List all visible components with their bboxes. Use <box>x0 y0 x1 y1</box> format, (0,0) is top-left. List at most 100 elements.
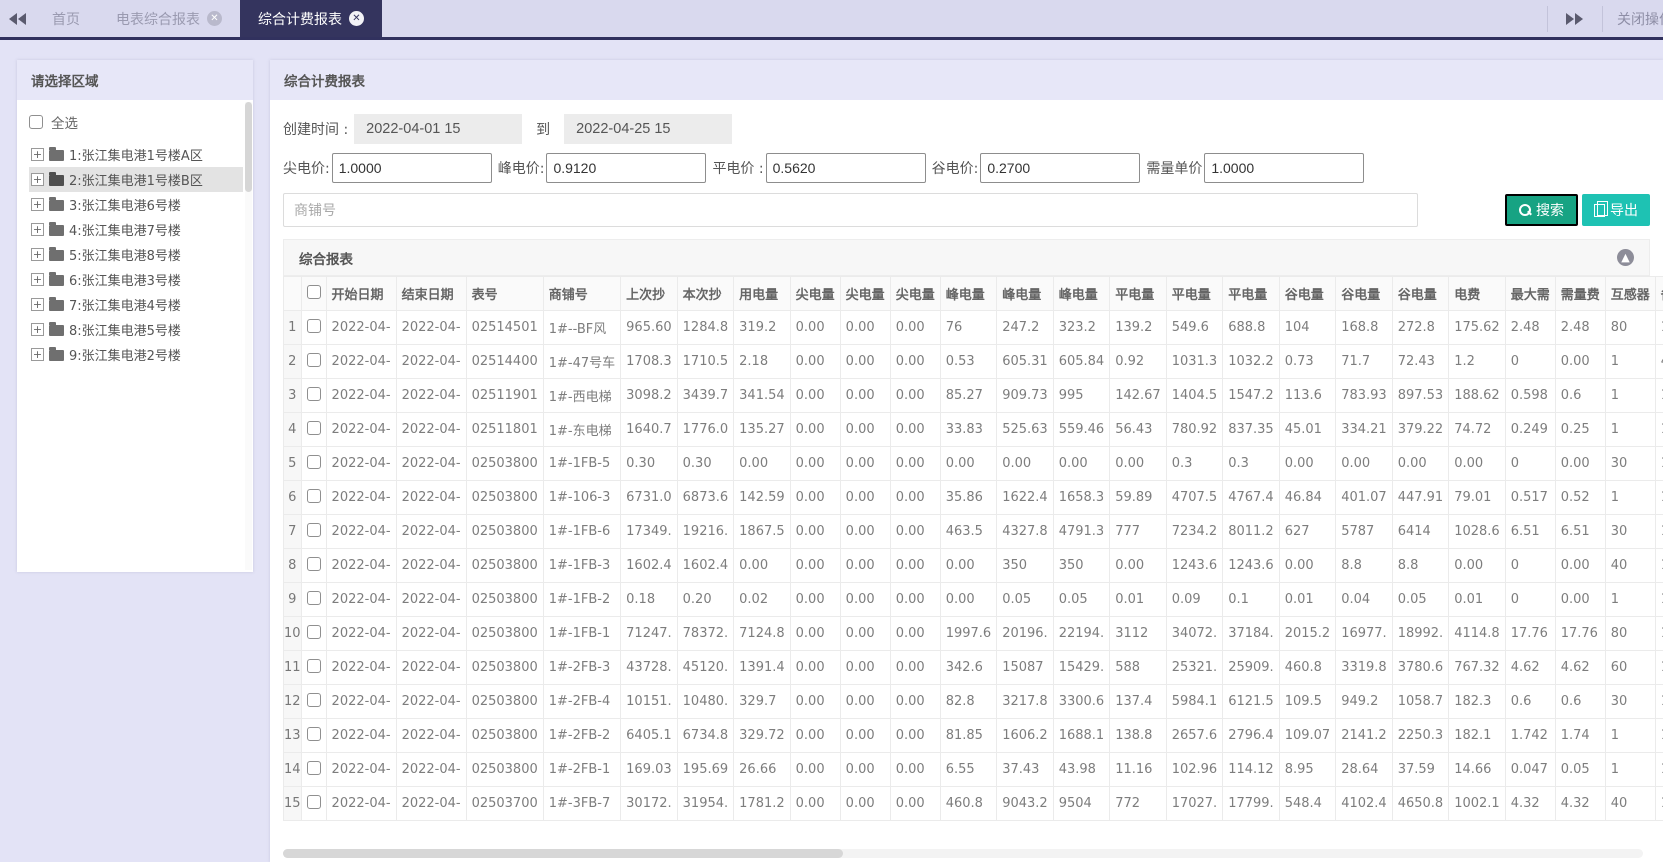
table-cell: 175.62 <box>1448 310 1506 345</box>
table-cell: 02503800 <box>465 582 544 617</box>
tab-电表综合报表[interactable]: 电表综合报表 ✕ <box>98 0 240 37</box>
row-number: 7 <box>283 514 302 549</box>
table-cell: 548.4 <box>1278 786 1337 821</box>
shop-number-input[interactable] <box>283 193 1418 227</box>
row-checkbox-cell <box>300 412 327 447</box>
table-cell: 2022-04- <box>325 616 397 651</box>
header-cell: 用电量 <box>733 276 791 311</box>
close-operations-button[interactable]: 关闭操作 <box>1603 9 1663 29</box>
expand-icon[interactable]: + <box>31 298 44 311</box>
tree-item[interactable]: +4:张江集电港7号楼 <box>29 217 243 242</box>
scroll-tabs-right-button[interactable] <box>1548 12 1602 25</box>
folder-icon <box>49 222 64 236</box>
row-checkbox[interactable] <box>306 420 321 435</box>
tree-item[interactable]: +9:张江集电港2号楼 <box>29 342 243 367</box>
table-cell: 4.62 <box>1554 650 1606 685</box>
row-checkbox[interactable] <box>306 794 321 809</box>
table-cell: 0 <box>1504 446 1556 481</box>
row-checkbox[interactable] <box>306 760 321 775</box>
row-checkbox[interactable] <box>306 454 321 469</box>
tree-item[interactable]: +7:张江集电港4号楼 <box>29 292 243 317</box>
table-cell: 341.54 <box>733 378 791 413</box>
select-all-row[interactable]: 全选 <box>29 112 243 132</box>
sidebar-scrollbar[interactable] <box>245 102 252 570</box>
collapse-up-icon[interactable]: ▲ <box>1617 249 1634 266</box>
tab-bar: 首页 电表综合报表 ✕ 综合计费报表 ✕ 关闭操作 <box>0 0 1663 40</box>
date-to-input[interactable] <box>564 114 733 144</box>
tree-item[interactable]: +6:张江集电港3号楼 <box>29 267 243 292</box>
table-cell: 0.00 <box>839 310 891 345</box>
table-cell: 0.05 <box>1052 582 1111 617</box>
price-input[interactable] <box>331 153 492 183</box>
tree-item[interactable]: +3:张江集电港6号楼 <box>29 192 243 217</box>
table-cell: 7234.2 <box>1165 514 1224 549</box>
table-cell: 1#-2FB-4 <box>542 684 622 719</box>
close-tab-icon[interactable]: ✕ <box>207 11 222 26</box>
table-cell: 142.67 <box>1109 378 1167 413</box>
table-cell: 30 <box>1604 446 1656 481</box>
close-tab-icon[interactable]: ✕ <box>349 11 364 26</box>
table-row: 6 2022-04- 2022-04- 02503800 1#-106-3 6731.0 6… <box>283 480 1663 515</box>
tree-item-label: 4:张江集电港7号楼 <box>69 224 181 239</box>
sidebar-scrollbar-thumb[interactable] <box>245 102 252 192</box>
tree-item[interactable]: +8:张江集电港5号楼 <box>29 317 243 342</box>
table-cell: 02514400 <box>465 344 544 379</box>
scroll-tabs-left-button[interactable] <box>0 0 34 37</box>
tree-item[interactable]: +2:张江集电港1号楼B区 <box>29 167 243 192</box>
horizontal-scrollbar[interactable] <box>283 849 1643 858</box>
row-number: 8 <box>283 548 302 583</box>
row-checkbox[interactable] <box>306 590 321 605</box>
export-button[interactable]: 导出 <box>1582 194 1650 226</box>
expand-icon[interactable]: + <box>31 223 44 236</box>
row-checkbox[interactable] <box>306 624 321 639</box>
table-cell: 0.00 <box>889 684 941 719</box>
search-button[interactable]: 搜索 <box>1505 194 1578 226</box>
table-cell: 43.98 <box>1052 752 1111 787</box>
price-input[interactable] <box>765 153 926 183</box>
row-checkbox[interactable] <box>306 556 321 571</box>
expand-icon[interactable]: + <box>31 273 44 286</box>
price-input[interactable] <box>980 153 1141 183</box>
folder-icon <box>49 272 64 286</box>
expand-icon[interactable]: + <box>31 173 44 186</box>
row-checkbox[interactable] <box>306 726 321 741</box>
horizontal-scrollbar-thumb[interactable] <box>283 849 843 858</box>
expand-icon[interactable]: + <box>31 148 44 161</box>
row-number: 4 <box>283 412 302 447</box>
tab-综合计费报表[interactable]: 综合计费报表 ✕ <box>240 0 382 37</box>
select-all-rows-checkbox[interactable] <box>306 284 321 299</box>
row-checkbox[interactable] <box>306 692 321 707</box>
table-cell: 1 <box>1604 480 1656 515</box>
row-checkbox[interactable] <box>306 352 321 367</box>
row-checkbox[interactable] <box>306 658 321 673</box>
row-checkbox[interactable] <box>306 318 321 333</box>
table-cell: 2022-04- <box>395 786 467 821</box>
table-cell: 1#-47号车 <box>542 344 622 379</box>
table-cell: 0.00 <box>789 378 841 413</box>
table-cell: 0.00 <box>889 446 941 481</box>
expand-icon[interactable]: + <box>31 348 44 361</box>
table-cell: 1590301 <box>1654 446 1663 481</box>
table-cell: 02503800 <box>465 616 544 651</box>
select-all-checkbox[interactable] <box>29 115 43 129</box>
row-checkbox[interactable] <box>306 386 321 401</box>
row-checkbox-cell <box>300 514 327 549</box>
row-checkbox[interactable] <box>306 522 321 537</box>
table-cell: 0.00 <box>789 344 841 379</box>
expand-icon[interactable]: + <box>31 248 44 261</box>
expand-icon[interactable]: + <box>31 198 44 211</box>
tab-首页[interactable]: 首页 <box>34 0 98 37</box>
tree-item[interactable]: +1:张江集电港1号楼A区 <box>29 142 243 167</box>
table-cell: 0.00 <box>789 514 841 549</box>
date-from-input[interactable] <box>354 114 523 144</box>
table-cell: 20196. <box>996 616 1054 651</box>
table-row: 13 2022-04- 2022-04- 02503800 1#-2FB-2 6405.1… <box>283 718 1663 753</box>
table-cell: 1590127 <box>1654 480 1663 515</box>
table-cell: 0.3 <box>1222 446 1280 481</box>
price-input[interactable] <box>1204 153 1365 183</box>
tree-item[interactable]: +5:张江集电港8号楼 <box>29 242 243 267</box>
header-rownum-cell <box>283 276 302 311</box>
row-checkbox[interactable] <box>306 488 321 503</box>
expand-icon[interactable]: + <box>31 323 44 336</box>
price-input[interactable] <box>546 153 707 183</box>
